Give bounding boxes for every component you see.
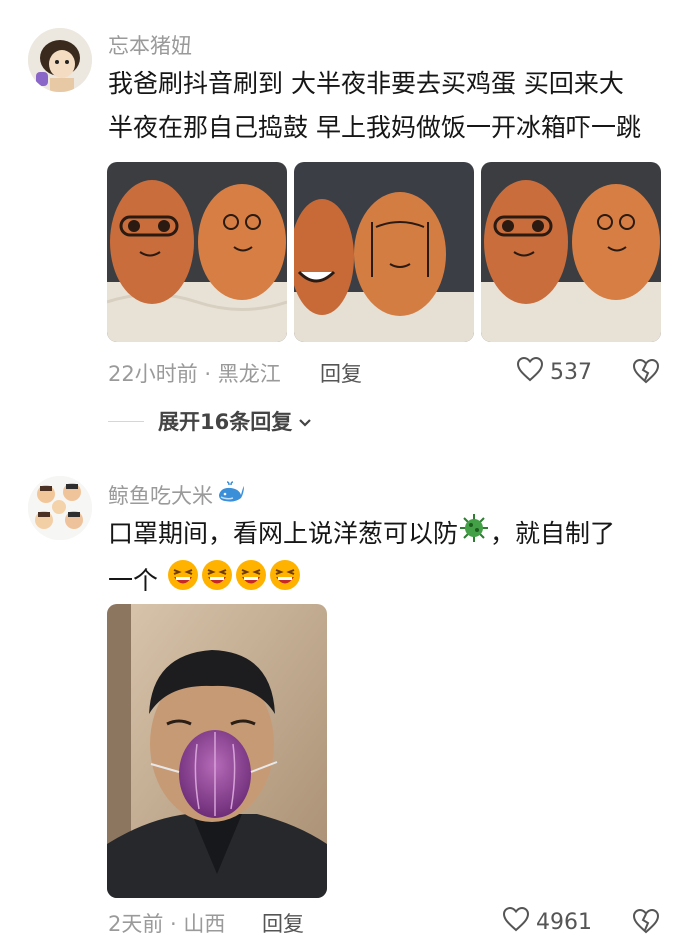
- reply-button[interactable]: 回复: [262, 908, 304, 936]
- divider-line: [108, 420, 144, 422]
- dislike-button[interactable]: [632, 358, 660, 388]
- comment-text: 我爸刷抖音刷到 大半夜非要去买鸡蛋 买回来大 半夜在那自己捣鼓 早上我妈做饭一开…: [108, 62, 668, 150]
- like-button[interactable]: 4961: [502, 906, 592, 936]
- like-count: 4961: [536, 909, 592, 935]
- comment-photo-1[interactable]: [107, 162, 287, 342]
- comment-text-line-2-label: 一个: [108, 566, 159, 595]
- comment-2: 鲸鱼吃大米 口罩期间，看网上说洋葱可以防 ，就自制了 一个 2天前 · 山西 回…: [0, 460, 690, 936]
- comment-time-location: 2天前 · 山西: [108, 912, 226, 936]
- comment-photo-2[interactable]: [294, 162, 474, 342]
- chevron-down-icon: [298, 413, 312, 432]
- reply-button[interactable]: 回复: [320, 358, 362, 388]
- comment-photo[interactable]: [107, 604, 327, 898]
- comment-text-line-2: 一个: [108, 558, 668, 606]
- heart-outline-icon: [502, 906, 530, 936]
- like-count: 537: [550, 359, 592, 385]
- broken-heart-icon: [632, 908, 660, 936]
- expand-replies-label[interactable]: 展开16条回复: [158, 406, 292, 436]
- comment-text: 口罩期间，看网上说洋葱可以防 ，就自制了 一个: [108, 512, 668, 606]
- virus-emoji-icon: [458, 512, 490, 558]
- username[interactable]: 忘本猪妞: [108, 30, 192, 60]
- expand-replies[interactable]: 展开16条回复: [108, 406, 312, 436]
- comment-text-part-2: ，就自制了: [490, 519, 616, 548]
- like-button[interactable]: 537: [516, 356, 592, 388]
- username[interactable]: 鲸鱼吃大米: [108, 480, 245, 510]
- laughing-emoji-icon: [234, 558, 268, 606]
- comment-text-part-1: 口罩期间，看网上说洋葱可以防: [108, 519, 459, 548]
- comment-1: 忘本猪妞 我爸刷抖音刷到 大半夜非要去买鸡蛋 买回来大 半夜在那自己捣鼓 早上我…: [0, 0, 690, 440]
- avatar[interactable]: [28, 476, 92, 540]
- comment-time-location: 22小时前 · 黑龙江: [108, 362, 281, 386]
- laughing-emoji-icon: [166, 558, 200, 606]
- dislike-button[interactable]: [632, 908, 660, 936]
- heart-outline-icon: [516, 356, 544, 388]
- avatar[interactable]: [28, 28, 92, 92]
- whale-icon: [217, 480, 245, 510]
- laughing-emoji-icon: [268, 558, 302, 606]
- comment-photo-3[interactable]: [481, 162, 661, 342]
- comment-text-line-2: 半夜在那自己捣鼓 早上我妈做饭一开冰箱吓一跳: [108, 113, 641, 142]
- laughing-emoji-icon: [200, 558, 234, 606]
- username-label: 鲸鱼吃大米: [108, 484, 213, 508]
- broken-heart-icon: [632, 358, 660, 388]
- comment-text-line-1: 口罩期间，看网上说洋葱可以防 ，就自制了: [108, 512, 668, 558]
- comment-text-line-1: 我爸刷抖音刷到 大半夜非要去买鸡蛋 买回来大: [108, 69, 624, 98]
